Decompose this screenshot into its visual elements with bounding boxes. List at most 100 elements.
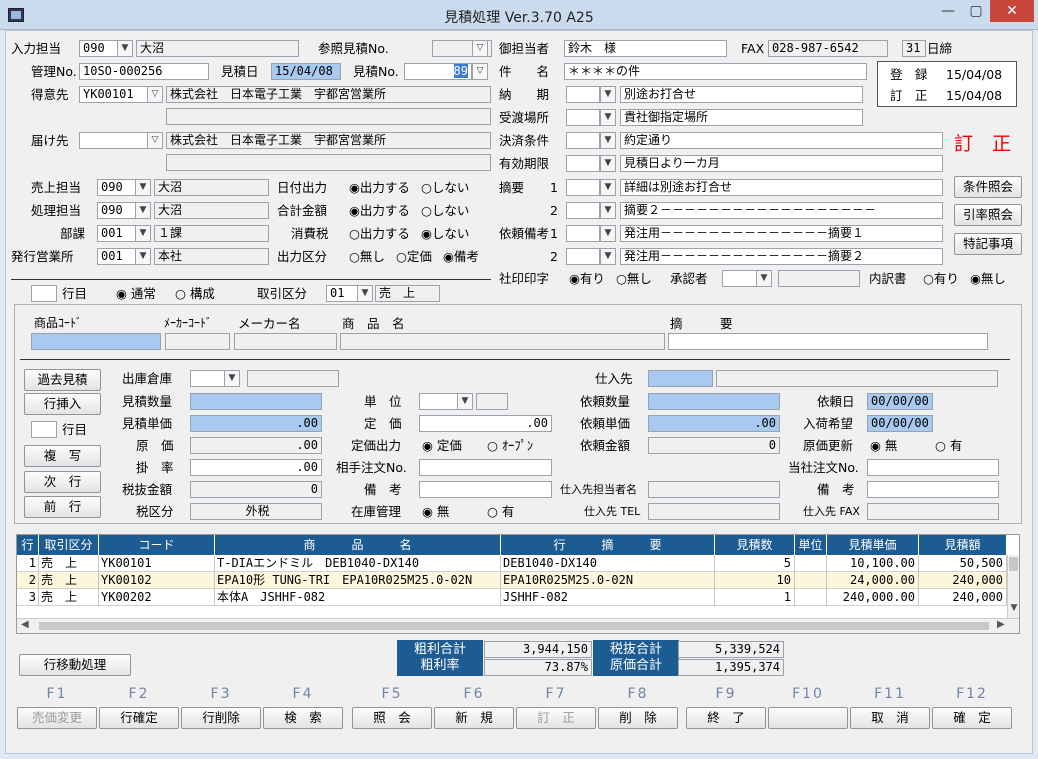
normal-radio[interactable]: ◉ 通常 (116, 285, 156, 302)
memo1-code[interactable] (566, 179, 600, 196)
list-price-input[interactable]: .00 (419, 415, 552, 432)
scroll-left-icon[interactable]: ◀ (21, 619, 29, 630)
memo2-code[interactable] (566, 202, 600, 219)
stock-no-radio[interactable]: ◉ 無 (422, 503, 449, 520)
tax-yes-radio[interactable]: ○出力する (349, 225, 410, 242)
rate-inquiry-button[interactable]: 引率照会 (954, 204, 1022, 226)
receive-dropdown-icon[interactable]: ▼ (600, 109, 616, 126)
approver-code[interactable] (722, 270, 758, 287)
delivery-code[interactable] (566, 86, 600, 103)
price-input[interactable]: .00 (190, 415, 322, 432)
row-move-button[interactable]: 行移動処理 (19, 654, 131, 676)
col-header-price[interactable]: 見積単価 (827, 535, 919, 555)
supplier-code[interactable] (648, 370, 713, 387)
payment-dropdown-icon[interactable]: ▼ (600, 132, 616, 149)
col-header-product[interactable]: 商 品 名 (215, 535, 501, 555)
subject-input[interactable]: ＊＊＊＊の件 (564, 63, 867, 80)
line-row-input[interactable] (31, 285, 57, 302)
txn-type-code[interactable]: 01 (326, 285, 360, 302)
branch-dropdown-icon[interactable]: ▼ (135, 248, 151, 265)
request2-code[interactable] (566, 248, 600, 265)
memo1-input[interactable]: 詳細は別途お打合せ (620, 179, 943, 196)
stamp-yes-radio[interactable]: ◉有り (569, 270, 605, 287)
request2-dropdown-icon[interactable]: ▼ (600, 248, 616, 265)
date-output-yes-radio[interactable]: ◉出力する (349, 179, 410, 196)
date-output-no-radio[interactable]: ○しない (421, 179, 469, 196)
minimize-button[interactable]: — (934, 0, 962, 22)
client-code-input[interactable]: YK00101 (79, 86, 149, 103)
f10-button[interactable] (768, 707, 848, 729)
input-staff-dropdown-icon[interactable]: ▼ (117, 40, 133, 57)
unit-code[interactable] (419, 393, 459, 410)
req-date-input[interactable]: 00/00/00 (867, 393, 933, 410)
col-header-row[interactable]: 行 (17, 535, 39, 555)
branch-code[interactable]: 001 (97, 248, 137, 265)
valid-dropdown-icon[interactable]: ▼ (600, 155, 616, 172)
sales-staff-dropdown-icon[interactable]: ▼ (135, 179, 151, 196)
f2-row-confirm-button[interactable]: 行確定 (99, 707, 179, 729)
warehouse-dropdown-icon[interactable]: ▼ (224, 370, 240, 387)
req-qty-input[interactable] (648, 393, 780, 410)
stamp-no-radio[interactable]: ○無し (616, 270, 652, 287)
list-open-radio[interactable]: ○ ｵｰﾌﾟﾝ (487, 437, 533, 454)
sales-staff-code[interactable]: 090 (97, 179, 137, 196)
f6-new-button[interactable]: 新 規 (434, 707, 514, 729)
valid-input[interactable]: 見積日より一カ月 (620, 155, 943, 172)
detail-yes-radio[interactable]: ○有り (923, 270, 959, 287)
next-row-button[interactable]: 次 行 (24, 471, 101, 493)
scroll-right-icon[interactable]: ▶ (997, 619, 1005, 630)
product-code-input[interactable] (31, 333, 161, 350)
request2-input[interactable]: 発注用－－－－－－－－－－－－－－摘要２ (620, 248, 943, 265)
rate-input[interactable]: .00 (190, 459, 322, 476)
vertical-scroll-thumb[interactable] (1009, 557, 1018, 571)
payment-code[interactable] (566, 132, 600, 149)
receive-input[interactable]: 貴社御指定場所 (620, 109, 863, 126)
col-header-code[interactable]: コード (99, 535, 215, 555)
ship-code-input[interactable] (79, 132, 149, 149)
close-button[interactable]: ✕ (990, 0, 1034, 22)
approver-dropdown-icon[interactable]: ▼ (756, 270, 772, 287)
ref-estimate-dropdown-icon[interactable]: ▽ (472, 40, 488, 57)
past-estimate-button[interactable]: 過去見積 (24, 369, 101, 391)
qty-input[interactable] (190, 393, 322, 410)
line-memo-input[interactable] (668, 333, 988, 350)
input-staff-code[interactable]: 090 (79, 40, 119, 57)
compose-radio[interactable]: ○ 構成 (175, 285, 215, 302)
detail-no-radio[interactable]: ◉無し (970, 270, 1006, 287)
f3-row-delete-button[interactable]: 行削除 (181, 707, 261, 729)
proc-staff-dropdown-icon[interactable]: ▼ (135, 202, 151, 219)
col-header-memo[interactable]: 行 摘 要 (501, 535, 715, 555)
request1-input[interactable]: 発注用－－－－－－－－－－－－－－摘要１ (620, 225, 943, 242)
special-notes-button[interactable]: 特記事項 (954, 233, 1022, 255)
other-order-input[interactable] (419, 459, 552, 476)
maximize-button[interactable]: ▢ (962, 0, 990, 22)
f12-confirm-button[interactable]: 確 定 (932, 707, 1012, 729)
col-header-amount[interactable]: 見積額 (919, 535, 1007, 555)
warehouse-code[interactable] (190, 370, 226, 387)
vertical-scrollbar[interactable]: ▼ (1007, 555, 1019, 618)
txn-type-dropdown-icon[interactable]: ▼ (357, 285, 373, 302)
memo2-dropdown-icon[interactable]: ▼ (600, 202, 616, 219)
ship-dropdown-icon[interactable]: ▽ (147, 132, 163, 149)
receive-code[interactable] (566, 109, 600, 126)
f9-exit-button[interactable]: 終 了 (686, 707, 766, 729)
col-header-qty[interactable]: 見積数 (715, 535, 795, 555)
side-row-input[interactable] (31, 421, 57, 438)
total-no-radio[interactable]: ○しない (421, 202, 469, 219)
valid-code[interactable] (566, 155, 600, 172)
f7-correct-button[interactable]: 訂 正 (516, 707, 596, 729)
memo2-input[interactable]: 摘要２－－－－－－－－－－－－－－－－－－ (620, 202, 943, 219)
insert-row-button[interactable]: 行挿入 (24, 393, 101, 415)
payment-input[interactable]: 約定通り (620, 132, 943, 149)
client-dropdown-icon[interactable]: ▽ (147, 86, 163, 103)
arrival-input[interactable]: 00/00/00 (867, 415, 933, 432)
horizontal-scrollbar[interactable]: ◀ ▶ (17, 618, 1019, 633)
memo1-dropdown-icon[interactable]: ▼ (600, 179, 616, 196)
condition-inquiry-button[interactable]: 条件照会 (954, 176, 1022, 198)
our-order-input[interactable] (867, 459, 999, 476)
customer-staff-input[interactable]: 鈴木 様 (564, 40, 727, 57)
f11-cancel-button[interactable]: 取 消 (850, 707, 930, 729)
cost-update-no-radio[interactable]: ◉ 無 (870, 437, 897, 454)
request1-code[interactable] (566, 225, 600, 242)
request1-dropdown-icon[interactable]: ▼ (600, 225, 616, 242)
